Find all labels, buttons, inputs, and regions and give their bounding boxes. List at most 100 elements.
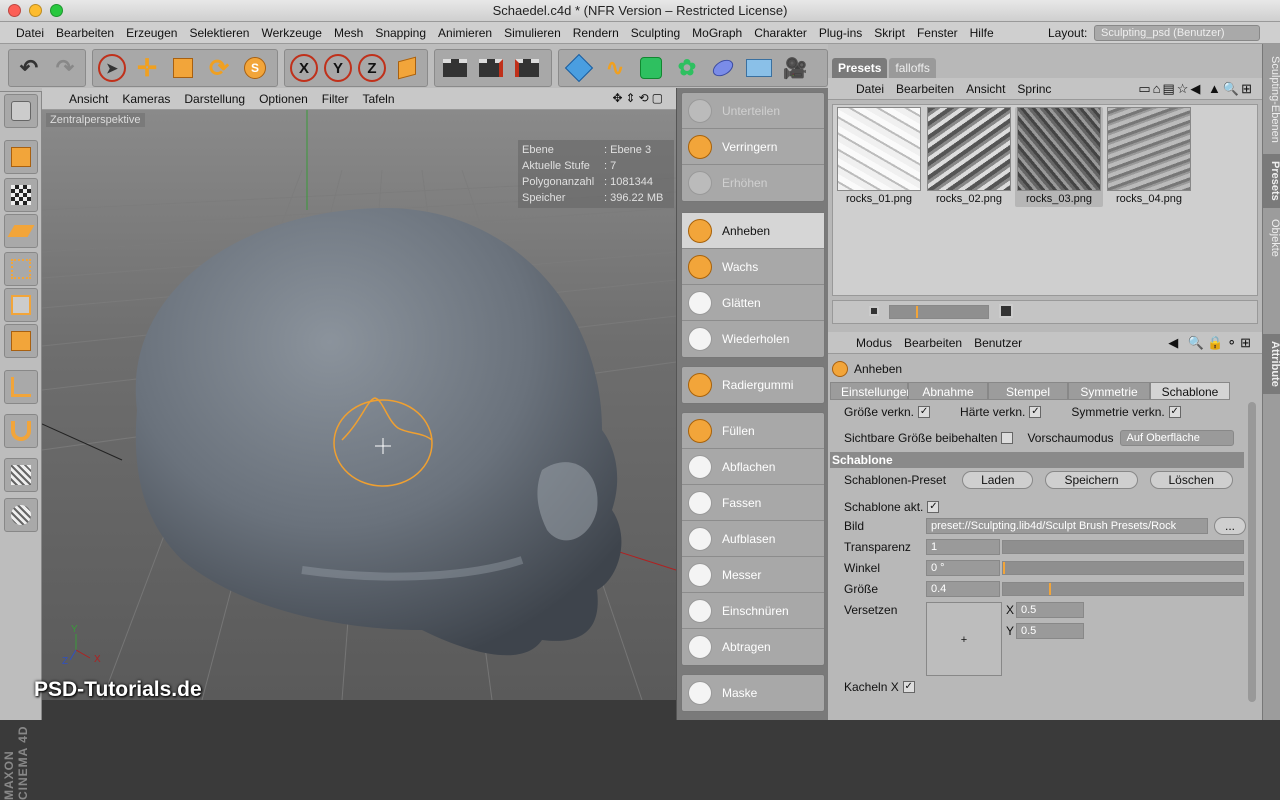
brush-verringern[interactable]: Verringern (682, 129, 824, 165)
sidetab-objekte[interactable]: Objekte (1263, 212, 1280, 264)
brush-unterteilen[interactable]: Unterteilen (682, 93, 824, 129)
symmetrie-verkn-checkbox[interactable]: ✓ (1168, 406, 1181, 418)
tab-falloffs[interactable]: falloffs (889, 58, 936, 78)
render-view-icon[interactable] (440, 53, 470, 83)
winkel-field[interactable]: 0 ° (926, 560, 1000, 576)
minimize-window-button[interactable] (29, 4, 42, 17)
thumb-rocks-04[interactable]: rocks_04.png (1105, 107, 1193, 207)
menu-skript[interactable]: Skript (868, 22, 911, 44)
brush-abtragen[interactable]: Abtragen (682, 629, 824, 665)
edges-mode-icon[interactable] (4, 288, 38, 322)
make-editable-icon[interactable] (4, 94, 38, 128)
render-settings-icon[interactable] (512, 53, 542, 83)
viewport-menu-filter[interactable]: Filter (315, 92, 356, 106)
texture-mode-icon[interactable] (4, 178, 38, 212)
thumb-rocks-02[interactable]: rocks_02.png (925, 107, 1013, 207)
layout-select[interactable]: Sculpting_psd (Benutzer) (1094, 25, 1260, 41)
presets-menu-ansicht[interactable]: Ansicht (960, 82, 1011, 96)
model-mode-icon[interactable] (4, 140, 38, 174)
winkel-slider[interactable] (1002, 561, 1244, 575)
brush-wiederholen[interactable]: Wiederholen (682, 321, 824, 357)
presets-menu-datei[interactable]: Datei (850, 82, 890, 96)
generator-icon[interactable] (636, 53, 666, 83)
bild-browse-button[interactable]: ... (1214, 517, 1247, 535)
viewport-menu-optionen[interactable]: Optionen (252, 92, 315, 106)
versetzen-preview[interactable]: + (926, 602, 1002, 676)
viewport-navigation-icons[interactable]: ✥⇕⟲▢ (612, 91, 666, 105)
3d-viewport[interactable]: Zentralperspektive Ebene: Ebene 3 Aktuel… (42, 110, 676, 700)
speichern-button[interactable]: Speichern (1045, 471, 1138, 489)
menu-sculpting[interactable]: Sculpting (625, 22, 686, 44)
attr-menu-bearbeiten[interactable]: Bearbeiten (898, 336, 968, 350)
close-window-button[interactable] (8, 4, 21, 17)
undo-icon[interactable]: ↶ (14, 53, 44, 83)
polygons-mode-icon[interactable] (4, 324, 38, 358)
sichtbare-groesse-checkbox[interactable] (1001, 432, 1014, 444)
vorschaumodus-select[interactable]: Auf Oberfläche (1119, 430, 1234, 446)
brush-abflachen[interactable]: Abflachen (682, 449, 824, 485)
zoom-window-button[interactable] (50, 4, 63, 17)
cube-object-icon[interactable] (564, 53, 594, 83)
viewport-menu-darstellung[interactable]: Darstellung (177, 92, 252, 106)
brush-fassen[interactable]: Fassen (682, 485, 824, 521)
menu-simulieren[interactable]: Simulieren (498, 22, 567, 44)
workplane-icon[interactable] (4, 214, 38, 248)
snapping-magnet-icon[interactable] (4, 414, 38, 448)
laden-button[interactable]: Laden (962, 471, 1034, 489)
groesse-field[interactable]: 0.4 (926, 581, 1000, 597)
brush-einschnueren[interactable]: Einschnüren (682, 593, 824, 629)
menu-datei[interactable]: Datei (10, 22, 50, 44)
coordinate-system-icon[interactable] (392, 53, 422, 83)
viewport-menu-ansicht[interactable]: Ansicht (62, 92, 115, 106)
move-tool-icon[interactable]: ✛ (132, 53, 162, 83)
render-picture-viewer-icon[interactable] (476, 53, 506, 83)
redo-icon[interactable]: ↷ (50, 53, 80, 83)
sidetab-attribute[interactable]: Attribute (1263, 334, 1280, 394)
menu-charakter[interactable]: Charakter (748, 22, 813, 44)
tab-schablone[interactable]: Schablone (1150, 382, 1230, 400)
grid-snap-icon[interactable] (4, 498, 38, 532)
camera-icon[interactable]: 🎥 (780, 53, 810, 83)
thumb-rocks-01[interactable]: rocks_01.png (835, 107, 923, 207)
menu-plugins[interactable]: Plug-ins (813, 22, 868, 44)
versetzen-y-field[interactable]: 0.5 (1016, 623, 1084, 639)
attributes-scrollbar[interactable] (1248, 402, 1256, 702)
transparenz-slider[interactable] (1002, 540, 1244, 554)
tab-einstellungen[interactable]: Einstellungen (830, 382, 913, 400)
axis-z-toggle[interactable]: Z (358, 54, 386, 82)
brush-aufblasen[interactable]: Aufblasen (682, 521, 824, 557)
scale-tool-icon[interactable] (168, 53, 198, 83)
menu-animieren[interactable]: Animieren (432, 22, 498, 44)
presets-menu-bearbeiten[interactable]: Bearbeiten (890, 82, 960, 96)
tab-stempel[interactable]: Stempel (988, 382, 1068, 400)
axis-mode-icon[interactable] (4, 370, 38, 404)
transparenz-field[interactable]: 1 (926, 539, 1000, 555)
menu-hilfe[interactable]: Hilfe (964, 22, 1000, 44)
axis-x-toggle[interactable]: X (290, 54, 318, 82)
menu-bearbeiten[interactable]: Bearbeiten (50, 22, 120, 44)
presets-menu-springen[interactable]: Sprinc (1011, 82, 1057, 96)
mograph-icon[interactable]: ✿ (672, 53, 702, 83)
brush-fuellen[interactable]: Füllen (682, 413, 824, 449)
brush-glaetten[interactable]: Glätten (682, 285, 824, 321)
schablone-akt-checkbox[interactable]: ✓ (927, 501, 940, 513)
menu-rendern[interactable]: Rendern (567, 22, 625, 44)
sidetab-presets[interactable]: Presets (1263, 154, 1280, 208)
versetzen-x-field[interactable]: 0.5 (1016, 602, 1084, 618)
select-tool-icon[interactable]: ➤ (98, 54, 126, 82)
brush-wachs[interactable]: Wachs (682, 249, 824, 285)
workplane-lock-icon[interactable] (4, 458, 38, 492)
viewport-menu-kameras[interactable]: Kameras (115, 92, 177, 106)
brush-messer[interactable]: Messer (682, 557, 824, 593)
menu-fenster[interactable]: Fenster (911, 22, 964, 44)
menu-erzeugen[interactable]: Erzeugen (120, 22, 183, 44)
kacheln-x-checkbox[interactable]: ✓ (902, 681, 915, 693)
thumbnail-size-slider[interactable] (889, 305, 989, 319)
menu-selektieren[interactable]: Selektieren (183, 22, 255, 44)
menu-werkzeuge[interactable]: Werkzeuge (255, 22, 327, 44)
points-mode-icon[interactable] (4, 252, 38, 286)
bild-path-field[interactable]: preset://Sculpting.lib4d/Sculpt Brush Pr… (926, 518, 1208, 534)
brush-radiergummi[interactable]: Radiergummi (682, 367, 824, 403)
deformer-icon[interactable] (708, 53, 738, 83)
viewport-menu-tafeln[interactable]: Tafeln (355, 92, 401, 106)
